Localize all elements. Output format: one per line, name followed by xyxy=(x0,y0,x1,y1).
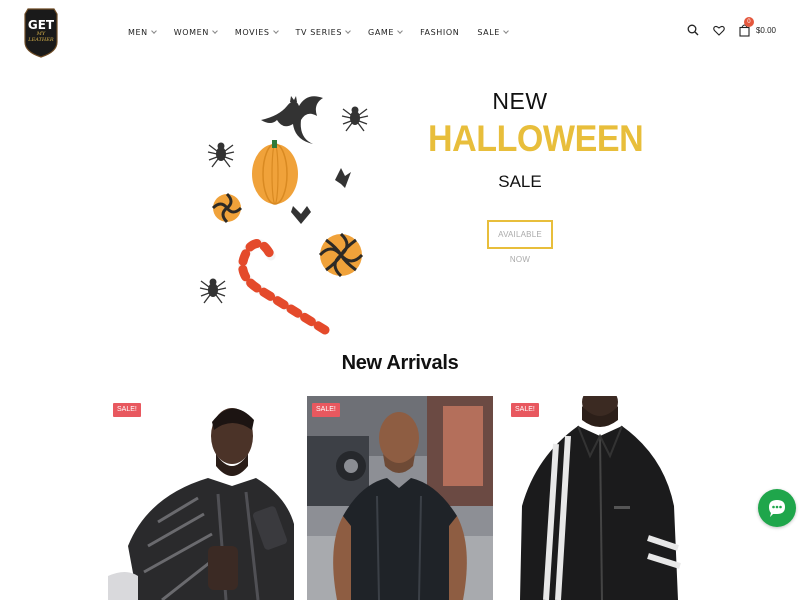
product-card[interactable]: SALE! xyxy=(506,396,692,600)
hero-copy: NEW HALLOWEEN SALE AVAILABLE NOW xyxy=(420,88,644,267)
chevron-down-icon xyxy=(397,27,403,34)
hero-title-sale: SALE xyxy=(498,172,542,191)
nav-item-label: SALE xyxy=(477,27,500,37)
chevron-down-icon xyxy=(150,27,157,34)
spider-icon xyxy=(341,106,369,132)
candy-cane-icon xyxy=(238,239,330,335)
product-image xyxy=(506,396,692,600)
nav-item-movies[interactable]: MOVIES xyxy=(234,26,279,38)
bat-icon xyxy=(291,206,311,224)
sale-badge: SALE! xyxy=(511,403,539,417)
chevron-down-icon xyxy=(503,27,509,34)
candy-icon xyxy=(318,232,364,278)
product-card[interactable]: SALE! xyxy=(307,396,493,600)
brand-logo[interactable]: GET MY LEATHER xyxy=(24,6,58,58)
heart-icon[interactable] xyxy=(711,22,727,38)
product-grid: SALE! SALE! SALE! xyxy=(108,396,694,600)
logo-line-leather: LEATHER xyxy=(28,37,54,43)
cart-total: $0.00 xyxy=(755,25,776,35)
nav-item-sale[interactable]: SALE xyxy=(477,26,509,38)
nav-item-men[interactable]: MEN xyxy=(128,26,157,38)
hero-banner: NEW HALLOWEEN SALE AVAILABLE NOW xyxy=(0,70,800,340)
hero-title-halloween: HALLOWEEN xyxy=(428,118,644,159)
available-now-button[interactable]: AVAILABLE NOW xyxy=(487,220,553,264)
spider-icon xyxy=(199,278,227,304)
chevron-down-icon xyxy=(212,27,218,34)
bat-icon xyxy=(335,168,351,188)
site-header: GET MY LEATHER MEN WOMEN MOVIES TV SERIE… xyxy=(0,0,800,64)
pumpkin-icon xyxy=(252,140,298,205)
nav-item-label: FASHION xyxy=(420,27,460,37)
logo-line-get: GET xyxy=(27,18,55,32)
main-nav: MEN WOMEN MOVIES TV SERIES GAME FASHION … xyxy=(128,26,526,38)
nav-item-tv-series[interactable]: TV SERIES xyxy=(296,26,351,38)
sale-badge: SALE! xyxy=(312,403,340,417)
nav-item-game[interactable]: GAME xyxy=(368,26,403,38)
cart-button[interactable]: 0 $0.00 xyxy=(737,17,776,38)
product-image xyxy=(307,396,493,600)
chevron-down-icon xyxy=(345,27,351,34)
chat-button[interactable] xyxy=(758,489,796,527)
hero-title-new: NEW xyxy=(492,88,548,114)
product-card[interactable]: SALE! xyxy=(108,396,294,600)
chat-bubble-icon xyxy=(769,500,785,517)
product-image xyxy=(108,396,294,600)
nav-item-label: GAME xyxy=(368,27,395,37)
spider-icon xyxy=(207,142,235,168)
nav-item-label: MEN xyxy=(128,27,148,37)
nav-item-women[interactable]: WOMEN xyxy=(173,26,218,38)
candy-icon xyxy=(211,192,243,224)
halloween-illustration xyxy=(195,80,380,335)
cart-count-badge: 0 xyxy=(743,17,754,27)
bat-icon xyxy=(261,96,323,144)
new-arrivals-title: New Arrivals xyxy=(341,352,459,374)
search-icon[interactable] xyxy=(685,22,701,38)
nav-item-label: WOMEN xyxy=(173,27,209,37)
chevron-down-icon xyxy=(272,27,279,34)
header-tools: 0 $0.00 xyxy=(685,17,776,38)
nav-item-fashion[interactable]: FASHION xyxy=(420,26,459,38)
sale-badge: SALE! xyxy=(113,403,141,417)
nav-item-label: MOVIES xyxy=(234,27,270,37)
nav-item-label: TV SERIES xyxy=(295,27,343,37)
